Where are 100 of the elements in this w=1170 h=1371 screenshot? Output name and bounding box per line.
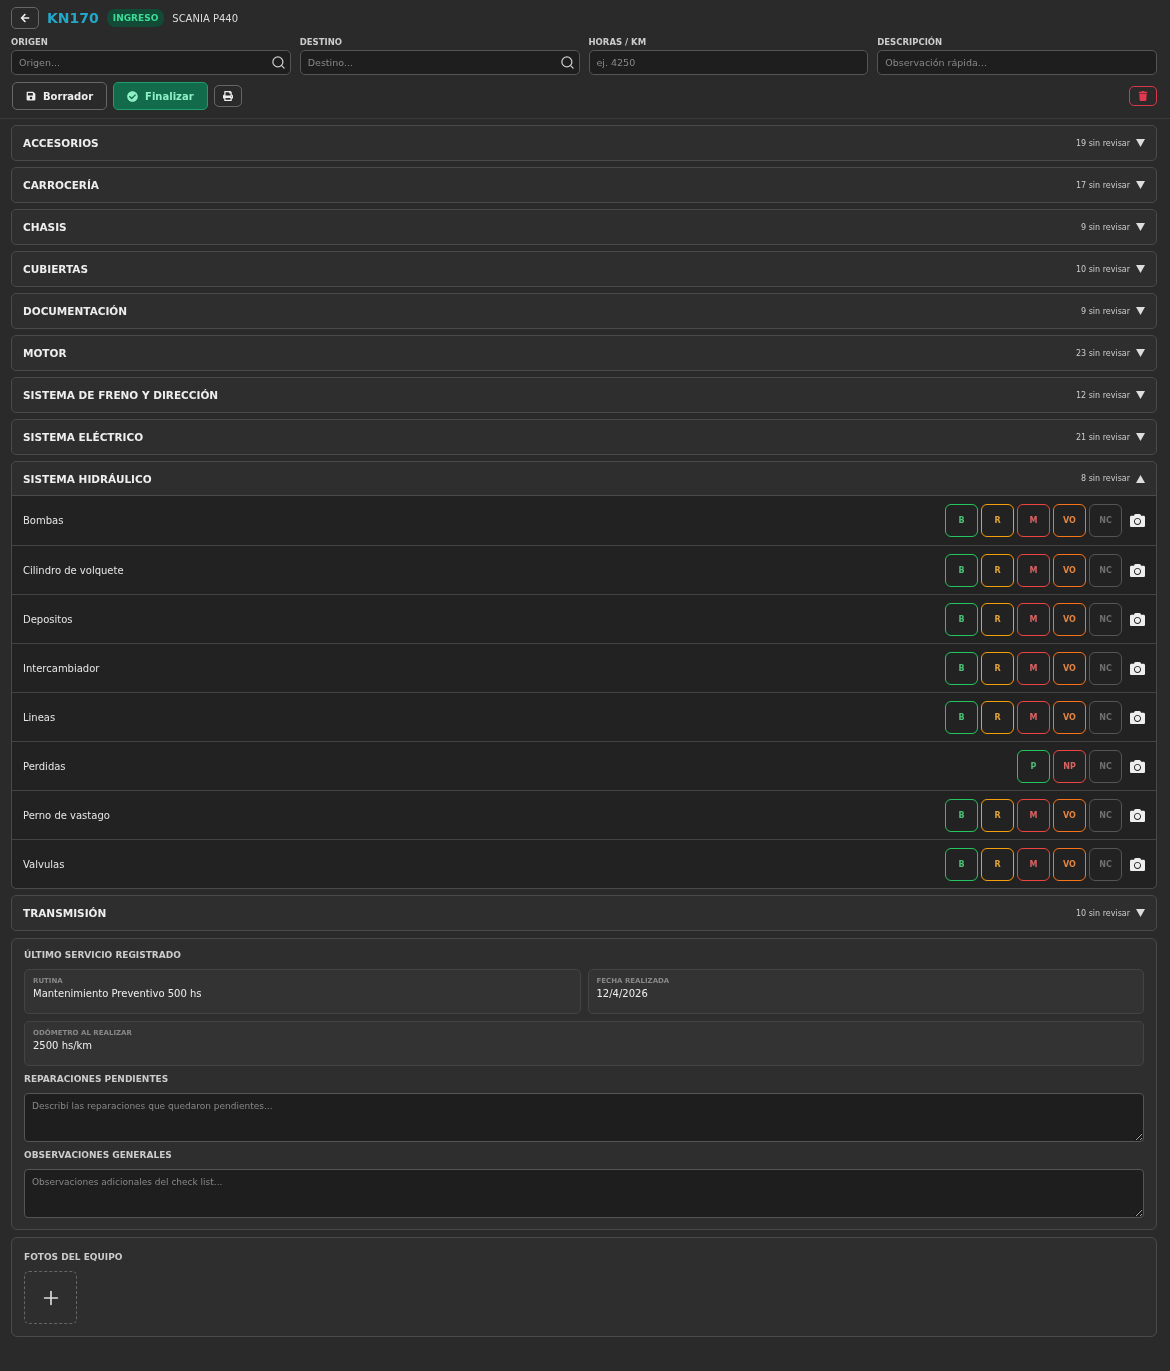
caret-down-icon (1136, 391, 1145, 399)
arrow-left-icon (20, 13, 30, 23)
rating-button[interactable]: M (1017, 651, 1050, 685)
notes-textarea[interactable]: Describí las reparaciones que quedaron pendientes... (24, 1093, 1144, 1142)
rating-button[interactable]: M (1017, 504, 1050, 537)
draft-button[interactable]: Borrador (12, 82, 108, 110)
rating-button[interactable]: M (1017, 602, 1050, 636)
rating-button[interactable]: R (981, 651, 1014, 685)
item-name: Depositos (23, 613, 74, 625)
rating-button[interactable]: B (945, 602, 978, 636)
camera-icon (1130, 513, 1145, 528)
section-title: MOTOR (23, 347, 68, 359)
camera-button[interactable] (1130, 660, 1145, 676)
delete-icon (1138, 91, 1148, 101)
unreviewed-count: 9 sin revisar (1081, 306, 1130, 316)
search-icon (270, 55, 286, 70)
camera-button[interactable] (1130, 562, 1145, 578)
section-header[interactable]: CUBIERTAS 10 sin revisar (12, 252, 1156, 286)
rating-button[interactable]: VO (1053, 700, 1086, 734)
section-header[interactable]: DOCUMENTACIÓN 9 sin revisar (12, 294, 1156, 328)
rating-button[interactable]: B (945, 553, 978, 587)
unreviewed-count: 8 sin revisar (1081, 474, 1130, 483)
print-button[interactable] (213, 85, 242, 107)
field-label: HORAS / KM (588, 37, 648, 47)
section-header[interactable]: MOTOR 23 sin revisar (12, 336, 1156, 370)
camera-button[interactable] (1130, 709, 1145, 725)
info-value: Mantenimiento Preventivo 500 hs (33, 988, 203, 999)
caret-down-icon (1136, 349, 1145, 357)
unreviewed-count: 12 sin revisar (1075, 390, 1130, 400)
print-icon (222, 91, 233, 101)
camera-button[interactable] (1130, 807, 1145, 823)
rating-button[interactable]: R (981, 847, 1014, 881)
caret-down-icon (1136, 223, 1145, 231)
section-title: SISTEMA DE FRENO Y DIRECCIÓN (23, 389, 220, 401)
section-header[interactable]: CHASIS 9 sin revisar (12, 210, 1156, 244)
section-header[interactable]: SISTEMA DE FRENO Y DIRECCIÓN 12 sin revisar (12, 378, 1156, 412)
search-field[interactable]: Origen... (11, 50, 291, 75)
finish-button[interactable]: Finalizar (113, 82, 208, 110)
section-header[interactable]: ACCESORIOS 19 sin revisar (12, 126, 1156, 160)
rating-button[interactable]: VO (1053, 651, 1086, 685)
rating-button[interactable]: M (1017, 700, 1050, 734)
search-field[interactable]: Destino... (299, 50, 580, 75)
rating-button[interactable]: R (981, 504, 1014, 537)
camera-button[interactable] (1130, 758, 1145, 774)
rating-button[interactable]: P (1017, 749, 1050, 783)
caret-up-icon (1136, 474, 1145, 483)
rating-button[interactable]: NP (1053, 749, 1086, 783)
rating-button[interactable]: VO (1053, 847, 1086, 881)
item-name: Perno de vastago (23, 809, 111, 821)
rating-button[interactable]: R (981, 602, 1014, 636)
rating-button[interactable]: B (945, 651, 978, 685)
field-label: DESCRIPCIÓN (877, 37, 944, 47)
camera-icon (1130, 856, 1145, 872)
rating-button[interactable]: B (945, 504, 978, 537)
caret-down-icon (1136, 433, 1145, 441)
section-header[interactable]: SISTEMA ELÉCTRICO 21 sin revisar (12, 420, 1156, 454)
info-value: 2500 hs/km (33, 1040, 94, 1051)
input-field[interactable]: ej. 4250 (588, 50, 869, 75)
camera-icon (1130, 807, 1145, 823)
info-value: 12/4/2026 (596, 988, 649, 999)
section-title: ACCESORIOS (23, 137, 100, 149)
rating-button[interactable]: R (981, 553, 1014, 587)
add-photo-button[interactable] (24, 1271, 77, 1324)
search-icon (559, 55, 575, 70)
caret-down-icon (1136, 307, 1145, 315)
camera-icon (1130, 660, 1145, 676)
rating-button[interactable]: R (981, 798, 1014, 832)
notes-textarea[interactable]: Observaciones adicionales del check list... (24, 1169, 1144, 1218)
rating-button[interactable]: B (945, 700, 978, 734)
rating-button[interactable]: M (1017, 798, 1050, 832)
rating-button[interactable]: M (1017, 847, 1050, 881)
camera-button[interactable] (1130, 513, 1145, 528)
section-title: CHASIS (23, 221, 68, 233)
rating-button[interactable]: M (1017, 553, 1050, 587)
rating-button[interactable]: B (945, 798, 978, 832)
section-header[interactable]: CARROCERÍA 17 sin revisar (12, 168, 1156, 202)
camera-icon (1130, 611, 1145, 627)
rating-button[interactable]: VO (1053, 798, 1086, 832)
rating-button[interactable]: VO (1053, 553, 1086, 587)
unreviewed-count: 23 sin revisar (1075, 348, 1130, 358)
unreviewed-count: 10 sin revisar (1075, 264, 1130, 274)
caret-down-icon (1136, 139, 1145, 147)
delete-button[interactable] (1129, 86, 1157, 106)
unreviewed-count: 9 sin revisar (1081, 222, 1130, 232)
card-title: ÚLTIMO SERVICIO REGISTRADO (24, 950, 182, 960)
rating-button[interactable]: R (981, 700, 1014, 734)
camera-button[interactable] (1130, 856, 1145, 872)
item-name: Intercambiador (23, 662, 101, 674)
back-button[interactable] (11, 7, 39, 29)
item-name: Cilindro de volquete (23, 564, 125, 576)
rating-button[interactable]: B (945, 847, 978, 881)
caret-down-icon (1136, 909, 1145, 917)
input-field[interactable]: Observación rápida... (877, 50, 1157, 75)
unreviewed-count: 17 sin revisar (1075, 180, 1130, 190)
caret-down-icon (1136, 181, 1145, 189)
camera-button[interactable] (1130, 611, 1145, 627)
rating-button[interactable]: VO (1053, 602, 1086, 636)
section-header[interactable]: TRANSMISIÓN 10 sin revisar (12, 896, 1156, 930)
rating-button[interactable]: VO (1053, 504, 1086, 537)
vehicle-model: SCANIA P440 (172, 12, 239, 24)
